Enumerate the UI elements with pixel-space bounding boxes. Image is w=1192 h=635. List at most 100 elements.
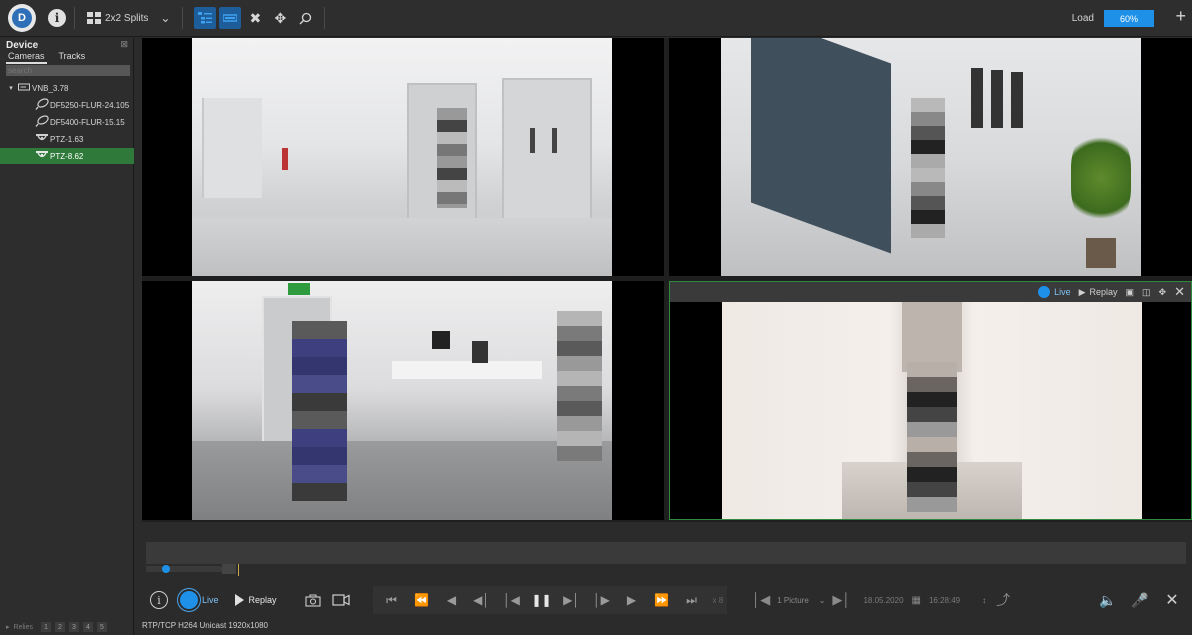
record-button[interactable] — [327, 587, 355, 613]
pixelated-person — [437, 108, 467, 208]
replay-button[interactable]: Replay — [234, 594, 277, 606]
page-button[interactable]: 2 — [54, 622, 65, 632]
snapshot-icon[interactable]: ▣ — [1126, 287, 1135, 298]
tree-item-camera[interactable]: PTZ-1.63 — [0, 131, 134, 147]
close-icon[interactable]: ✕ — [1174, 284, 1185, 300]
pause-icon[interactable]: ❚❚ — [527, 587, 557, 613]
layout-select[interactable]: 2x2 Splits ⌄ — [83, 6, 174, 30]
toolbar-divider — [182, 7, 184, 29]
video-record-icon — [331, 594, 350, 606]
app-logo[interactable]: D — [8, 4, 36, 32]
video-tile-selected[interactable]: Live ▶ Replay ▣ ◫ ✥ ✕ — [669, 281, 1192, 520]
previous-frame-icon[interactable]: │◀ — [497, 587, 527, 613]
live-button[interactable]: Live — [180, 591, 219, 609]
search-input[interactable] — [6, 65, 130, 76]
jump-icon[interactable]: ⤴ — [996, 590, 1010, 610]
page-button[interactable]: 3 — [68, 622, 79, 632]
tools-icon: ✖ — [249, 9, 262, 26]
next-picture-icon[interactable]: ▶│ — [827, 587, 855, 613]
live-indicator-icon — [180, 591, 198, 609]
top-toolbar: D i 2x2 Splits ⌄ ✖ ✥ Load 60% + — [0, 0, 1192, 37]
pixelated-person — [292, 321, 347, 501]
caret-down-icon[interactable]: ▾ — [6, 84, 16, 92]
ptz-move-button[interactable]: ✥ — [269, 7, 291, 29]
tab-tracks[interactable]: Tracks — [57, 50, 88, 64]
speaker-icon[interactable]: 🔈 — [1094, 587, 1122, 613]
play-icon[interactable]: ▶ — [1079, 287, 1086, 298]
video-grid: Live ▶ Replay ▣ ◫ ✥ ✕ — [142, 38, 1192, 522]
camera-feed — [192, 281, 612, 520]
tab-cameras[interactable]: Cameras — [6, 50, 47, 64]
info-button[interactable]: i — [150, 591, 168, 609]
next-frame-icon[interactable]: ▶│ — [557, 587, 587, 613]
device-tree: ▾ VNB_3.78 DF5250-FLUR-24.105 DF5400-FLU… — [0, 80, 134, 165]
camera-feed — [192, 38, 612, 276]
live-indicator-icon[interactable] — [1038, 286, 1051, 298]
step-forward-icon[interactable]: │▶ — [587, 587, 617, 613]
replay-label: Replay — [248, 595, 277, 605]
info-button[interactable]: i — [48, 9, 66, 27]
timeline-track[interactable] — [146, 542, 1186, 564]
page-button[interactable]: 1 — [40, 622, 51, 632]
tree-view-button[interactable] — [194, 7, 217, 29]
video-tile[interactable] — [142, 281, 664, 520]
tile-live-label[interactable]: Live — [1054, 287, 1071, 297]
picture-step-select[interactable]: 1 Picture — [777, 596, 809, 605]
add-view-button[interactable]: + — [1175, 6, 1186, 27]
tools-button[interactable]: ✖ — [244, 7, 266, 29]
timeline-icon — [223, 14, 238, 22]
microphone-muted-icon[interactable]: 🎤 — [1126, 587, 1154, 613]
fast-forward-icon[interactable]: ⏩ — [647, 587, 677, 613]
pixelated-person — [911, 98, 945, 238]
step-back-icon[interactable]: ◀│ — [467, 587, 497, 613]
timeline-toggle-button[interactable] — [219, 7, 242, 29]
playback-controls: i Live Replay ⏮ ⏪ ◀ ◀│ │◀ ❚❚ ▶│ │▶ ▶ ⏩ ⏭… — [142, 582, 1192, 618]
camera-feed — [721, 38, 1141, 276]
zoom-box[interactable] — [222, 564, 236, 574]
relies-pager: ▸ Relies 1 2 3 4 5 — [6, 622, 107, 632]
tree-item-camera[interactable]: DF5400-FLUR-15.15 — [0, 114, 134, 130]
tree-view-icon — [198, 12, 213, 24]
move-arrows-icon[interactable]: ✥ — [1159, 287, 1167, 298]
vms-app: D i 2x2 Splits ⌄ ✖ ✥ Load 60% + Device ⊠ — [0, 0, 1192, 635]
caret-right-icon[interactable]: ▸ — [6, 623, 10, 631]
calendar-icon[interactable]: ▦ — [912, 595, 921, 606]
device-sidebar: Device ⊠ Cameras Tracks ▾ VNB_3.78 DF525… — [0, 38, 134, 635]
tree-item-recorder[interactable]: ▾ VNB_3.78 — [0, 80, 134, 96]
record-icon[interactable]: ◫ — [1142, 287, 1151, 298]
load-label: Load — [1071, 13, 1094, 24]
page-button[interactable]: 5 — [96, 622, 107, 632]
video-tile[interactable] — [142, 38, 664, 276]
fast-rewind-icon[interactable]: ⏪ — [407, 587, 437, 613]
pin-icon[interactable]: ⊠ — [120, 39, 128, 50]
previous-picture-icon[interactable]: │◀ — [747, 587, 775, 613]
tile-replay-label[interactable]: Replay — [1090, 287, 1118, 297]
close-icon[interactable]: ✕ — [1158, 587, 1186, 613]
playback-button-group: ⏮ ⏪ ◀ ◀│ │◀ ❚❚ ▶│ │▶ ▶ ⏩ ⏭ x 8 — [372, 586, 728, 614]
tree-item-label: VNB_3.78 — [32, 83, 69, 93]
search-button[interactable] — [294, 7, 316, 29]
camera-icon — [34, 98, 50, 112]
tree-item-camera[interactable]: DF5250-FLUR-24.105 — [0, 97, 134, 113]
time-spinner-icon[interactable]: ↕ — [982, 596, 986, 605]
tree-item-camera-selected[interactable]: PTZ-8.62 — [0, 148, 134, 164]
date-field[interactable]: 18.05.2020 — [863, 596, 903, 605]
time-field[interactable]: 16:28:49 — [929, 596, 960, 605]
playhead-marker[interactable] — [238, 564, 239, 576]
page-button[interactable]: 4 — [82, 622, 93, 632]
snapshot-button[interactable] — [299, 587, 327, 613]
pixelated-person — [907, 362, 957, 512]
rewind-icon[interactable]: ◀ — [437, 587, 467, 613]
tree-item-label: PTZ-8.62 — [50, 151, 84, 161]
skip-start-icon[interactable]: ⏮ — [377, 587, 407, 613]
toolbar-divider — [324, 7, 326, 29]
audio-controls: 🔈 🎤 ✕ — [1094, 587, 1192, 613]
sidebar-tabs: Cameras Tracks — [6, 50, 87, 64]
skip-end-icon[interactable]: ⏭ — [677, 587, 707, 613]
tile-toolbar: Live ▶ Replay ▣ ◫ ✥ ✕ — [670, 282, 1191, 302]
video-tile[interactable] — [669, 38, 1192, 276]
chevron-down-icon[interactable]: ⌄ — [819, 596, 826, 605]
load-bar: 60% — [1104, 10, 1154, 27]
play-icon[interactable]: ▶ — [617, 587, 647, 613]
zoom-slider-handle[interactable] — [162, 565, 170, 573]
